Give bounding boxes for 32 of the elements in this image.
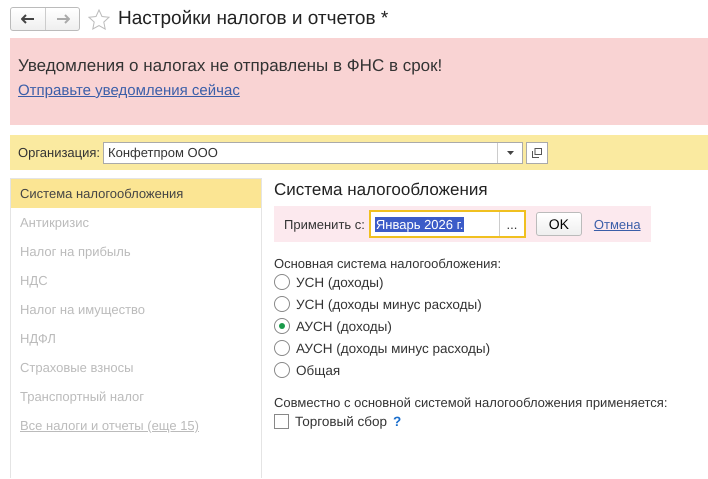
window-title: Настройки налогов и отчетов * — [118, 8, 388, 30]
checkbox-label[interactable]: Торговый сбор — [295, 414, 388, 428]
help-link[interactable]: ? — [393, 414, 402, 428]
organization-field[interactable]: Конфетпром ООО — [103, 142, 524, 164]
back-arrow-icon — [21, 14, 35, 24]
dropdown-icon[interactable] — [506, 150, 514, 154]
apply-label: Применить с: — [284, 216, 365, 232]
extra-system-label: Совместно с основной системой налогообложения применяется: — [274, 395, 668, 410]
radio-label[interactable]: УСН (доходы) — [296, 274, 384, 290]
open-window-icon — [532, 148, 542, 158]
radio-button[interactable] — [274, 296, 290, 312]
radio-label[interactable]: АУСН (доходы) — [296, 318, 392, 334]
forward-arrow-icon — [56, 14, 70, 24]
radio-label[interactable]: АУСН (доходы минус расходы) — [296, 340, 490, 356]
radio-button[interactable] — [274, 362, 290, 378]
radio-label[interactable]: Общая — [296, 362, 340, 378]
radio-button[interactable] — [274, 340, 290, 356]
radio-label[interactable]: УСН (доходы минус расходы) — [296, 296, 482, 312]
star-icon[interactable] — [88, 8, 110, 30]
sidebar-item[interactable]: Система налогообложения — [11, 179, 261, 208]
cancel-link[interactable]: Отмена — [594, 216, 641, 232]
checkbox[interactable] — [274, 414, 289, 428]
main-system-label: Основная система налогообложения: — [274, 256, 502, 271]
send-link[interactable]: Отправьте уведомления сейчас — [18, 82, 240, 99]
alert-message: Уведомления о налогах не отправлены в ФНС в срок! — [18, 56, 442, 76]
ok-button[interactable]: OK — [536, 212, 582, 236]
section-title: Система налогообложения — [274, 180, 489, 200]
radio-button[interactable] — [274, 274, 290, 290]
open-button[interactable] — [526, 142, 548, 164]
date-field[interactable]: Январь 2026 г. ... — [368, 210, 526, 238]
organization-label: Организация: — [18, 145, 100, 160]
radio-button[interactable] — [274, 318, 290, 334]
